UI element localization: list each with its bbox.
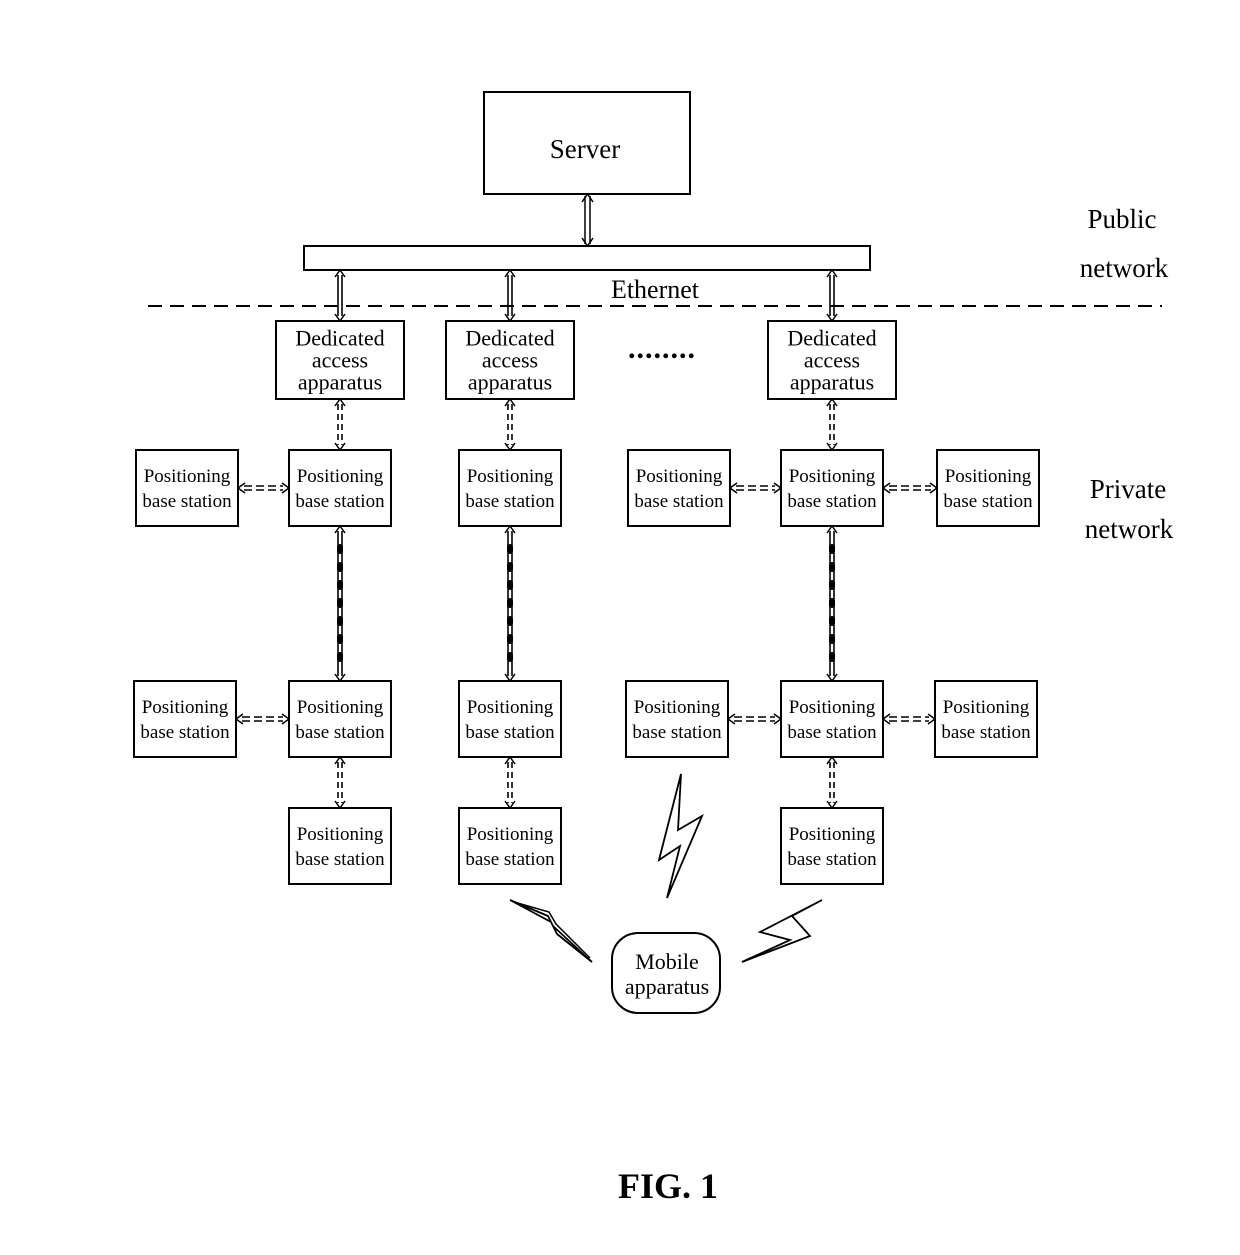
node-label-line: base station: [787, 722, 877, 743]
node-label-line: Positioning: [789, 466, 876, 487]
node-label-line: Positioning: [634, 697, 721, 718]
server-node: Server: [483, 91, 691, 195]
node-label-line: Positioning: [789, 824, 876, 845]
positioning-base-station: Positioning base station: [288, 807, 392, 885]
dedicated-access-apparatus: Dedicatedaccessapparatus: [767, 320, 897, 400]
mobile-apparatus-node: Mobile apparatus: [611, 932, 721, 1014]
node-label-line: Positioning: [297, 466, 384, 487]
positioning-base-station: Positioning base station: [458, 449, 562, 527]
node-label-line: base station: [465, 491, 555, 512]
node-label-line: base station: [140, 722, 230, 743]
node-label-line: base station: [295, 491, 385, 512]
bs-chain-link: [826, 524, 838, 683]
node-label-line: apparatus: [468, 370, 552, 395]
node-label-line: base station: [142, 491, 232, 512]
positioning-base-station: Positioning base station: [625, 680, 729, 758]
public-network-label: Public network: [1080, 204, 1169, 283]
positioning-base-station: Positioning base station: [780, 449, 884, 527]
node-label-line: base station: [787, 849, 877, 870]
ethernet-access-link: [826, 268, 838, 323]
node-label-line: Positioning: [144, 466, 231, 487]
bs-side-link: [881, 713, 937, 725]
positioning-base-station: Positioning base station: [936, 449, 1040, 527]
svg-text:Public: Public: [1087, 204, 1156, 234]
ethernet-access-link: [334, 268, 346, 323]
node-label-line: Positioning: [789, 697, 876, 718]
positioning-base-station: Positioning base station: [934, 680, 1038, 758]
bs-side-link: [726, 713, 783, 725]
node-label-line: base station: [634, 491, 724, 512]
bs-chain-link: [334, 524, 346, 683]
bs-side-link: [234, 713, 291, 725]
positioning-base-station: Positioning base station: [780, 680, 884, 758]
network-diagram: Server Ethernet Public network Private n…: [133, 91, 1174, 1206]
node-label-line: Positioning: [945, 466, 1032, 487]
access-bs-link: [826, 397, 838, 452]
positioning-base-station: Positioning base station: [288, 449, 392, 527]
positioning-base-station: Positioning base station: [458, 680, 562, 758]
node-label-line: base station: [465, 849, 555, 870]
node-label-line: base station: [943, 491, 1033, 512]
node-label-line: base station: [295, 849, 385, 870]
wireless-signal-icon: [509, 899, 593, 963]
svg-text:Mobile: Mobile: [635, 949, 699, 974]
node-label-line: base station: [941, 722, 1031, 743]
wireless-signal-icon: [741, 899, 823, 963]
bs-side-link: [881, 482, 939, 494]
ethernet-access-link: [504, 268, 516, 323]
node-label-line: Positioning: [467, 824, 554, 845]
more-units-ellipsis: ........: [628, 332, 696, 365]
node-label-line: base station: [295, 722, 385, 743]
server-ethernet-link: [581, 192, 594, 248]
positioning-base-station: Positioning base station: [627, 449, 731, 527]
access-bs-link: [334, 397, 346, 452]
node-label-line: base station: [632, 722, 722, 743]
positioning-base-station: Positioning base station: [288, 680, 392, 758]
figure-caption: FIG. 1: [618, 1166, 718, 1206]
server-label: Server: [550, 134, 620, 164]
node-label-line: Positioning: [142, 697, 229, 718]
access-bs-link: [504, 397, 516, 452]
node-label-line: apparatus: [298, 370, 382, 395]
positioning-base-station: Positioning base station: [458, 807, 562, 885]
bs-bs-link: [504, 755, 516, 810]
dedicated-access-apparatus: Dedicatedaccessapparatus: [445, 320, 575, 400]
node-label-line: base station: [787, 491, 877, 512]
wireless-signal-icon: [657, 773, 704, 899]
node-label-line: base station: [465, 722, 555, 743]
bs-side-link: [236, 482, 291, 494]
bs-chain-link: [504, 524, 516, 683]
svg-text:network: network: [1085, 514, 1174, 544]
positioning-base-station: Positioning base station: [780, 807, 884, 885]
bs-bs-link: [826, 755, 838, 810]
node-label-line: Positioning: [467, 466, 554, 487]
node-label-line: apparatus: [790, 370, 874, 395]
positioning-base-station: Positioning base station: [133, 680, 237, 758]
node-label-line: Positioning: [636, 466, 723, 487]
node-label-line: Positioning: [297, 824, 384, 845]
dedicated-access-apparatus: Dedicatedaccessapparatus: [275, 320, 405, 400]
ethernet-label: Ethernet: [611, 275, 700, 304]
node-label-line: Positioning: [297, 697, 384, 718]
node-label-line: Positioning: [943, 697, 1030, 718]
node-label-line: Positioning: [467, 697, 554, 718]
private-network-label: Private network: [1085, 474, 1174, 544]
svg-text:apparatus: apparatus: [625, 974, 709, 999]
svg-text:network: network: [1080, 253, 1169, 283]
positioning-base-station: Positioning base station: [135, 449, 239, 527]
svg-text:Private: Private: [1090, 474, 1166, 504]
bs-bs-link: [334, 755, 346, 810]
ethernet-bus: [303, 245, 871, 271]
bs-side-link: [728, 482, 783, 494]
